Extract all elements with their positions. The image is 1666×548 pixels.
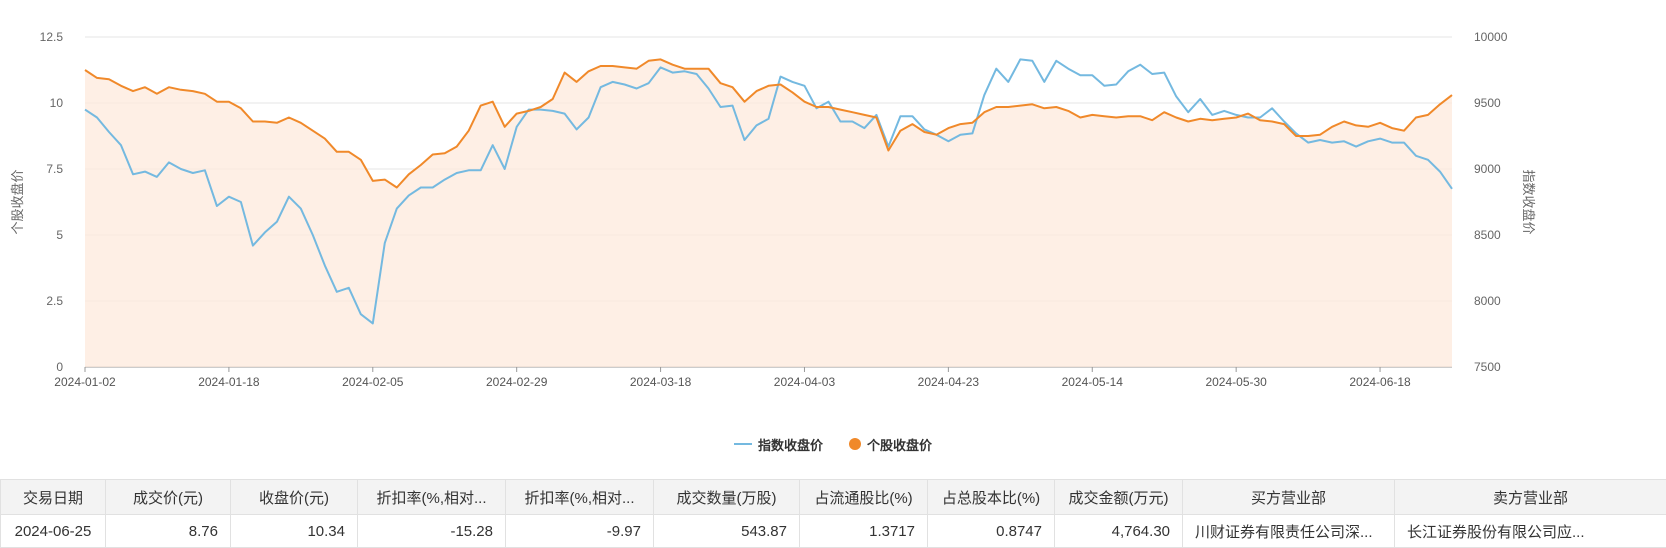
y-left-tick-label: 2.5	[46, 294, 63, 308]
y-right-axis-title: 指数收盘价	[1521, 169, 1536, 234]
legend-label-index: 指数收盘价	[758, 435, 823, 454]
cell-seller: 长江证券股份有限公司应...	[1395, 515, 1666, 548]
header-total-ratio[interactable]: 占总股本比(%)	[928, 480, 1055, 515]
x-tick-label: 2024-04-23	[918, 375, 980, 389]
cell-trade-price: 8.76	[106, 515, 231, 548]
cell-trade-date: 2024-06-25	[1, 515, 106, 548]
header-seller[interactable]: 卖方营业部	[1395, 480, 1666, 515]
y-left-tick-label: 12.5	[40, 30, 64, 44]
y-right-tick-label: 9000	[1474, 162, 1501, 176]
y-left-axis-title: 个股收盘价	[10, 169, 25, 234]
cell-discount-rate-1: -15.28	[358, 515, 506, 548]
x-tick-label: 2024-02-05	[342, 375, 404, 389]
y-right-tick-label: 8000	[1474, 294, 1501, 308]
x-tick-label: 2024-05-30	[1205, 375, 1267, 389]
header-buyer[interactable]: 买方营业部	[1183, 480, 1395, 515]
cell-total-ratio: 0.8747	[928, 515, 1055, 548]
header-amount[interactable]: 成交金额(万元)	[1055, 480, 1183, 515]
legend: 指数收盘价 个股收盘价	[0, 434, 1666, 454]
x-tick-label: 2024-01-02	[54, 375, 116, 389]
header-close-price[interactable]: 收盘价(元)	[231, 480, 358, 515]
cell-discount-rate-2: -9.97	[506, 515, 654, 548]
x-tick-label: 2024-02-29	[486, 375, 548, 389]
header-discount-rate-2[interactable]: 折扣率(%,相对...	[506, 480, 654, 515]
x-tick-label: 2024-03-18	[630, 375, 692, 389]
x-tick-label: 2024-06-18	[1349, 375, 1411, 389]
y-left-tick-label: 5	[56, 228, 63, 242]
y-right-tick-label: 7500	[1474, 360, 1501, 374]
header-trade-date[interactable]: 交易日期	[1, 480, 106, 515]
cell-volume: 543.87	[654, 515, 800, 548]
table-header-row: 交易日期 成交价(元) 收盘价(元) 折扣率(%,相对... 折扣率(%,相对.…	[1, 480, 1666, 515]
header-volume[interactable]: 成交数量(万股)	[654, 480, 800, 515]
legend-dot-icon	[849, 438, 861, 450]
cell-amount: 4,764.30	[1055, 515, 1183, 548]
x-tick-label: 2024-04-03	[774, 375, 836, 389]
table-row: 2024-06-25 8.76 10.34 -15.28 -9.97 543.8…	[1, 515, 1666, 548]
y-left-tick-label: 10	[50, 96, 64, 110]
legend-item-stock[interactable]: 个股收盘价	[849, 434, 932, 454]
stock-series-area	[85, 59, 1452, 367]
legend-item-index[interactable]: 指数收盘价	[734, 434, 823, 454]
y-left-tick-label: 7.5	[46, 162, 63, 176]
legend-label-stock: 个股收盘价	[867, 435, 932, 454]
cell-buyer: 川财证券有限责任公司深...	[1183, 515, 1395, 548]
x-tick-label: 2024-05-14	[1062, 375, 1124, 389]
y-right-tick-label: 9500	[1474, 96, 1501, 110]
cell-close-price: 10.34	[231, 515, 358, 548]
chart-area: 0 2.5 5 7.5 10 12.5 7500 8000 8500 9000 9500 10000 个…	[0, 0, 1666, 455]
cell-float-ratio: 1.3717	[800, 515, 928, 548]
header-discount-rate-1[interactable]: 折扣率(%,相对...	[358, 480, 506, 515]
y-left-tick-label: 0	[56, 360, 63, 374]
line-chart: 0 2.5 5 7.5 10 12.5 7500 8000 8500 9000 9500 10000 个…	[0, 0, 1666, 455]
legend-line-icon	[734, 443, 752, 445]
y-right-tick-label: 8500	[1474, 228, 1501, 242]
header-float-ratio[interactable]: 占流通股比(%)	[800, 480, 928, 515]
header-trade-price[interactable]: 成交价(元)	[106, 480, 231, 515]
x-tick-label: 2024-01-18	[198, 375, 260, 389]
y-right-tick-label: 10000	[1474, 30, 1508, 44]
block-trade-table: 交易日期 成交价(元) 收盘价(元) 折扣率(%,相对... 折扣率(%,相对.…	[0, 479, 1666, 548]
